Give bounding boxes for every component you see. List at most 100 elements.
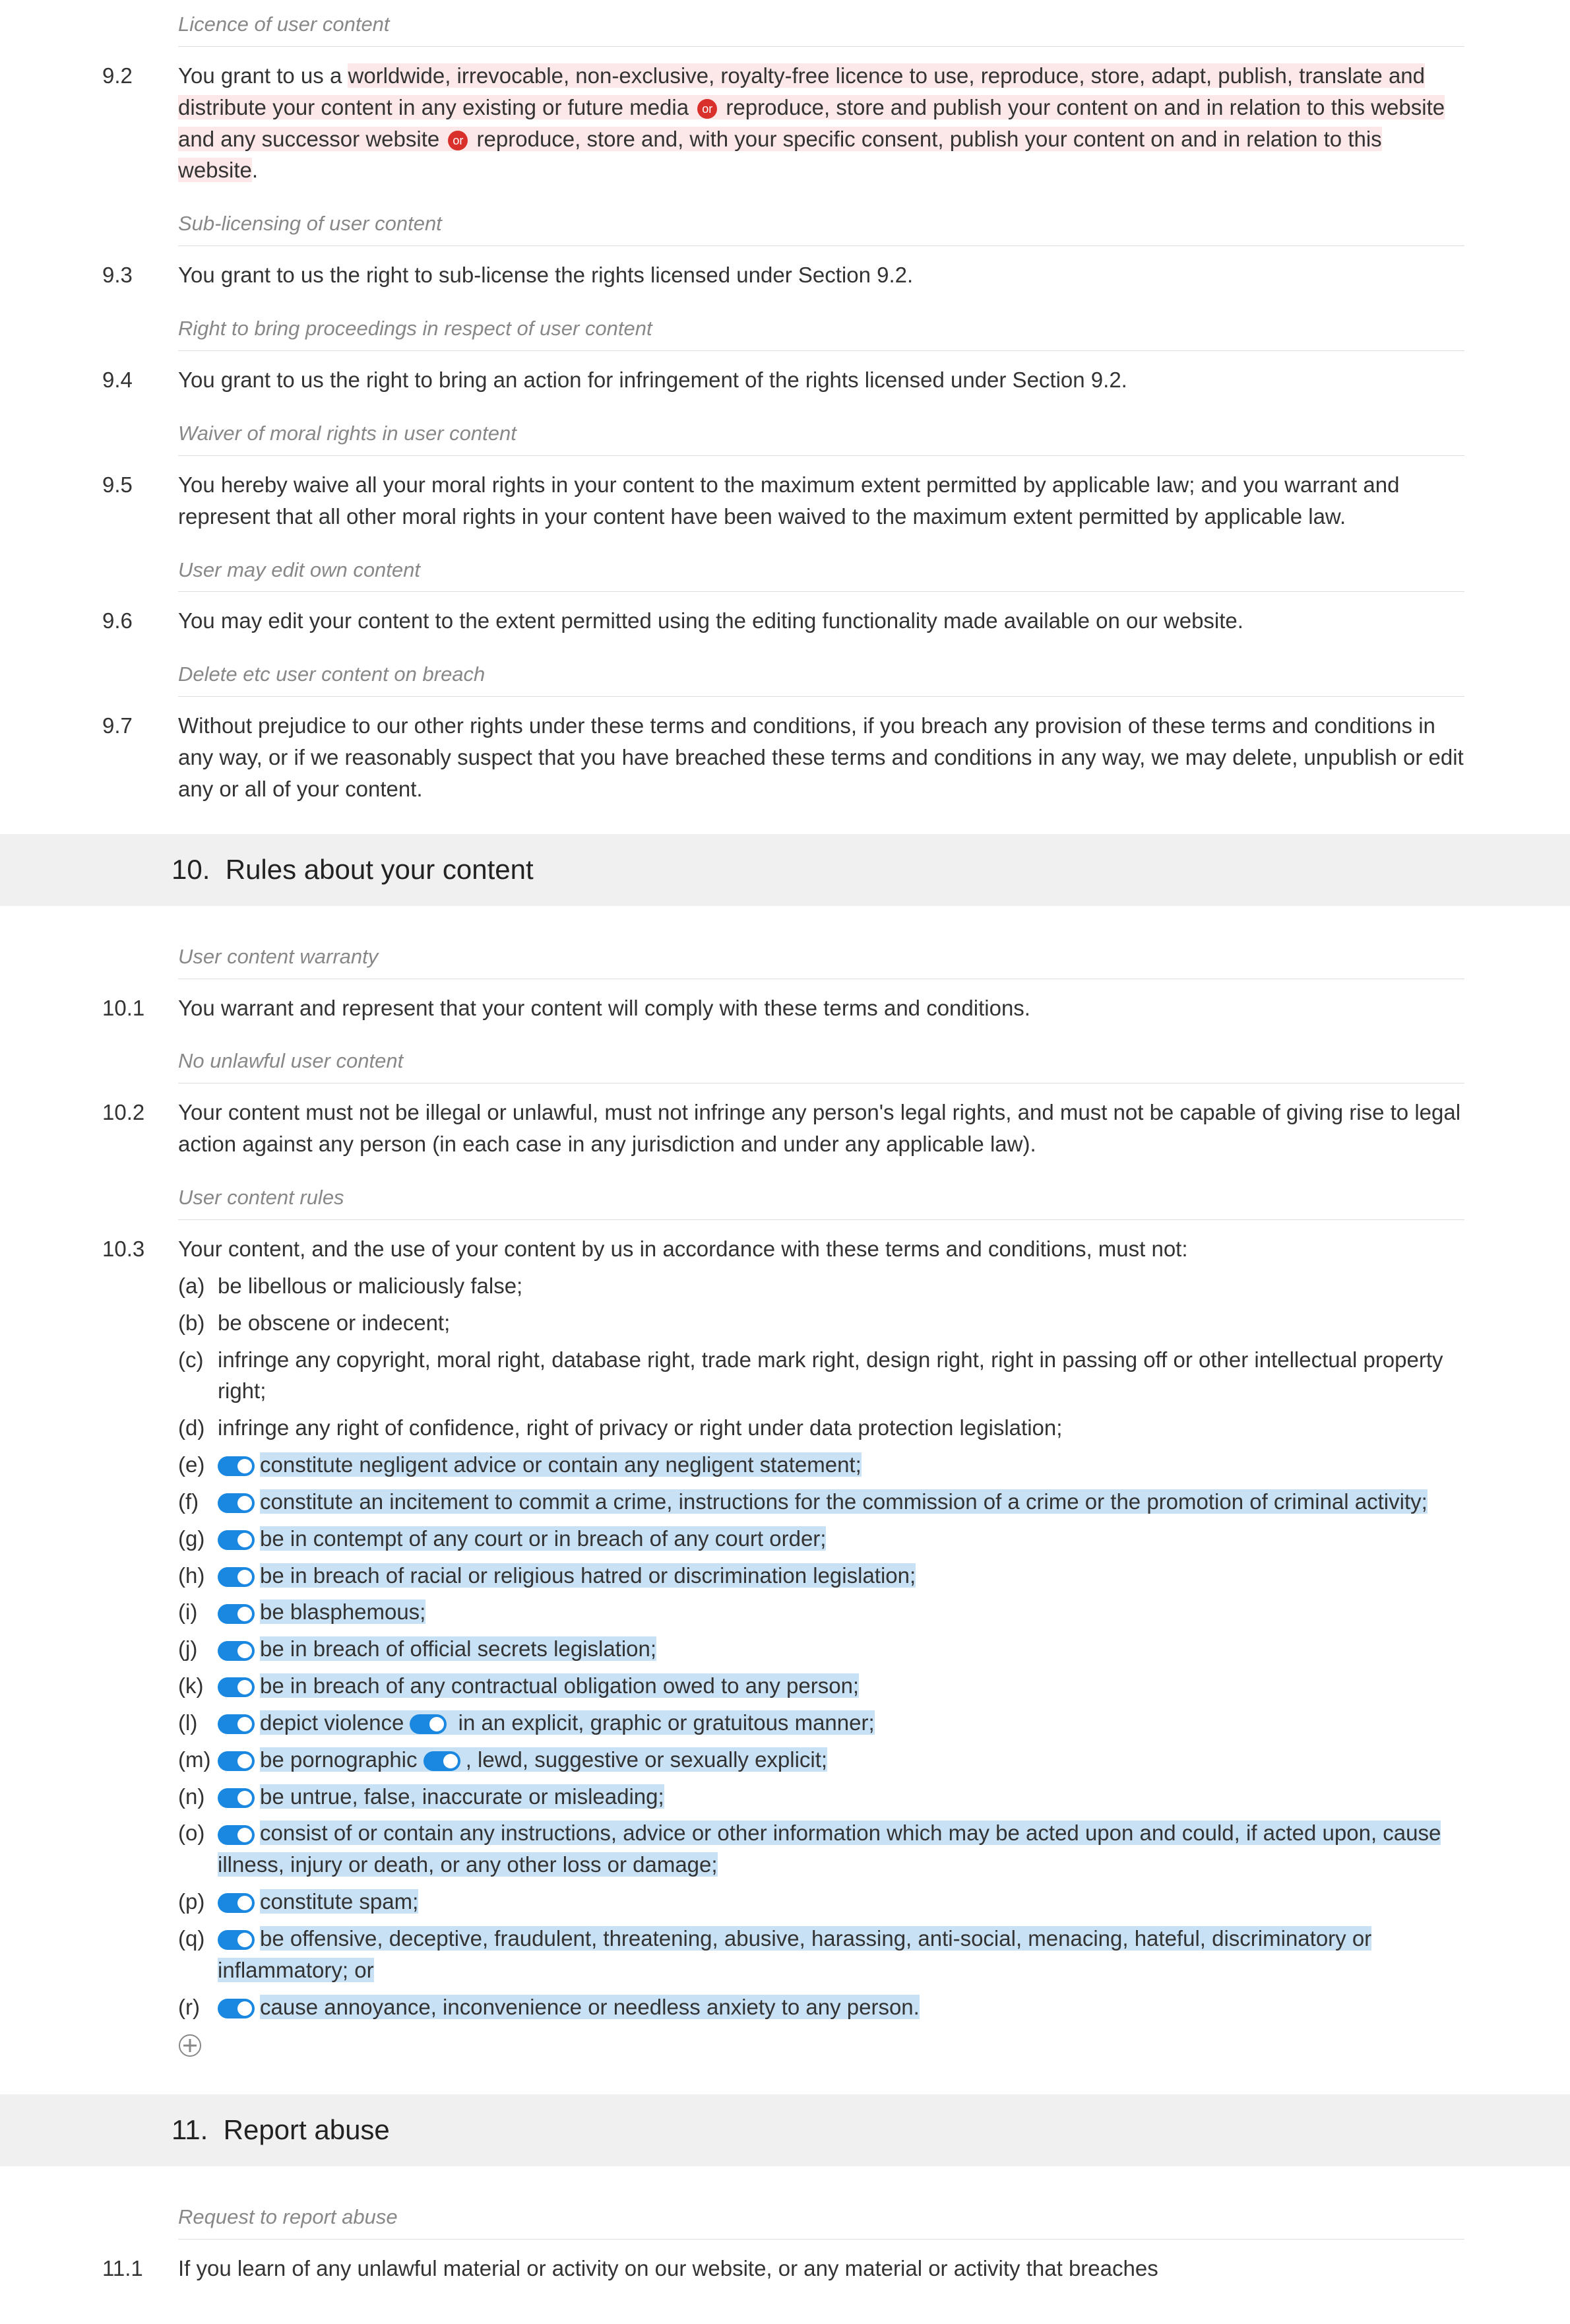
sub-text: constitute negligent advice or contain a… bbox=[218, 1449, 1464, 1481]
sub-item-f: (f) constitute an incitement to commit a… bbox=[178, 1483, 1464, 1520]
sub-letter: (q) bbox=[178, 1923, 218, 1986]
annotation-text: User content warranty bbox=[178, 945, 378, 968]
toggle-icon[interactable] bbox=[218, 1456, 255, 1476]
sub-text: be blasphemous; bbox=[218, 1596, 1464, 1628]
clause-number: 9.5 bbox=[0, 469, 178, 533]
sub-item-c: (c) infringe any copyright, moral right,… bbox=[178, 1341, 1464, 1410]
section-10-heading: 10. Rules about your content bbox=[0, 834, 1570, 906]
toggle-icon[interactable] bbox=[218, 1825, 255, 1845]
highlight-blue: be in breach of official secrets legisla… bbox=[260, 1636, 656, 1661]
toggle-icon[interactable] bbox=[218, 1530, 255, 1550]
toggle-icon[interactable] bbox=[218, 1677, 255, 1697]
sub-text: be in breach of racial or religious hatr… bbox=[218, 1560, 1464, 1592]
sub-text: constitute an incitement to commit a cri… bbox=[218, 1486, 1464, 1518]
clause-body: If you learn of any unlawful material or… bbox=[178, 2253, 1464, 2284]
clause-body: You grant to us the right to sub-license… bbox=[178, 259, 1464, 291]
sub-text: infringe any right of confidence, right … bbox=[218, 1412, 1464, 1444]
clause-number: 9.2 bbox=[0, 60, 178, 186]
clause-9-7: 9.7 Without prejudice to our other right… bbox=[0, 697, 1570, 818]
sub-item-k: (k) be in breach of any contractual obli… bbox=[178, 1667, 1464, 1704]
annotation-text: Request to report abuse bbox=[178, 2205, 398, 2228]
toggle-icon[interactable] bbox=[218, 1788, 255, 1808]
toggle-icon[interactable] bbox=[218, 1999, 255, 2018]
sub-text: be in breach of any contractual obligati… bbox=[218, 1670, 1464, 1702]
highlight-blue: be offensive, deceptive, fraudulent, thr… bbox=[218, 1926, 1371, 1982]
annotation-text: Licence of user content bbox=[178, 13, 390, 36]
toggle-icon[interactable] bbox=[424, 1751, 460, 1771]
toggle-icon[interactable] bbox=[218, 1893, 255, 1913]
sub-letter: (l) bbox=[178, 1707, 218, 1739]
sub-item-o: (o) consist of or contain any instructio… bbox=[178, 1815, 1464, 1883]
highlight-blue: be in breach of any contractual obligati… bbox=[260, 1673, 859, 1698]
or-badge-icon[interactable]: or bbox=[448, 131, 468, 150]
toggle-icon[interactable] bbox=[218, 1604, 255, 1624]
annotation-text: Sub-licensing of user content bbox=[178, 212, 442, 235]
sub-item-q: (q) be offensive, deceptive, fraudulent,… bbox=[178, 1920, 1464, 1989]
section-title: Report abuse bbox=[224, 2114, 390, 2145]
sub-text: be pornographic , lewd, suggestive or se… bbox=[218, 1744, 1464, 1776]
sub-item-h: (h) be in breach of racial or religious … bbox=[178, 1557, 1464, 1594]
or-badge-icon[interactable]: or bbox=[697, 99, 717, 119]
clause-10-2: 10.2 Your content must not be illegal or… bbox=[0, 1083, 1570, 1173]
annotation-delete-breach: Delete etc user content on breach bbox=[178, 650, 1464, 697]
clause-number: 10.2 bbox=[0, 1097, 178, 1160]
annotation-text: User content rules bbox=[178, 1186, 344, 1209]
annotation-sublicensing: Sub-licensing of user content bbox=[178, 199, 1464, 246]
clause-post: . bbox=[252, 158, 258, 182]
toggle-icon[interactable] bbox=[218, 1493, 255, 1513]
clause-body: Without prejudice to our other rights un… bbox=[178, 710, 1464, 805]
sub-letter: (p) bbox=[178, 1886, 218, 1918]
section-title: Rules about your content bbox=[226, 854, 534, 885]
annotation-no-unlawful: No unlawful user content bbox=[178, 1037, 1464, 1083]
sub-text: be offensive, deceptive, fraudulent, thr… bbox=[218, 1923, 1464, 1986]
highlight-blue: , lewd, suggestive or sexually explicit; bbox=[466, 1747, 827, 1772]
sub-item-p: (p) constitute spam; bbox=[178, 1883, 1464, 1920]
clause-number: 10.3 bbox=[0, 1233, 178, 2065]
toggle-icon[interactable] bbox=[218, 1714, 255, 1734]
sub-letter: (e) bbox=[178, 1449, 218, 1481]
sub-item-l: (l) depict violence in an explicit, grap… bbox=[178, 1704, 1464, 1741]
sub-letter: (o) bbox=[178, 1817, 218, 1881]
toggle-icon[interactable] bbox=[218, 1641, 255, 1661]
clause-9-3: 9.3 You grant to us the right to sub-lic… bbox=[0, 246, 1570, 304]
clause-number: 9.3 bbox=[0, 259, 178, 291]
sub-text: depict violence in an explicit, graphic … bbox=[218, 1707, 1464, 1739]
section-number: 10. bbox=[172, 854, 210, 885]
sub-item-j: (j) be in breach of official secrets leg… bbox=[178, 1630, 1464, 1667]
sub-letter: (m) bbox=[178, 1744, 218, 1776]
toggle-icon[interactable] bbox=[218, 1751, 255, 1771]
sub-letter: (a) bbox=[178, 1270, 218, 1302]
annotation-user-edit: User may edit own content bbox=[178, 546, 1464, 593]
highlight-blue: be in breach of racial or religious hatr… bbox=[260, 1563, 916, 1588]
highlight-blue: be in contempt of any court or in breach… bbox=[260, 1526, 826, 1551]
add-clause-icon[interactable] bbox=[178, 2034, 202, 2057]
clause-intro: Your content, and the use of your conten… bbox=[178, 1233, 1464, 1265]
sub-clause-list: (a) be libellous or maliciously false; (… bbox=[178, 1268, 1464, 2066]
sub-item-r: (r) cause annoyance, inconvenience or ne… bbox=[178, 1989, 1464, 2026]
clause-body: Your content must not be illegal or unla… bbox=[178, 1097, 1464, 1160]
hl-wrap bbox=[418, 1747, 466, 1772]
sub-letter: (n) bbox=[178, 1781, 218, 1813]
clause-10-1: 10.1 You warrant and represent that your… bbox=[0, 979, 1570, 1037]
clause-11-1: 11.1 If you learn of any unlawful materi… bbox=[0, 2240, 1570, 2298]
sub-text: infringe any copyright, moral right, dat… bbox=[218, 1344, 1464, 1407]
toggle-icon[interactable] bbox=[410, 1714, 447, 1734]
clause-body: You grant to us a worldwide, irrevocable… bbox=[178, 60, 1464, 186]
annotation-text: Waiver of moral rights in user content bbox=[178, 422, 517, 445]
sub-letter: (f) bbox=[178, 1486, 218, 1518]
sub-letter: (d) bbox=[178, 1412, 218, 1444]
toggle-icon[interactable] bbox=[218, 1930, 255, 1950]
annotation-text: User may edit own content bbox=[178, 558, 420, 581]
toggle-icon[interactable] bbox=[218, 1567, 255, 1587]
highlight-blue: be untrue, false, inaccurate or misleadi… bbox=[260, 1784, 664, 1809]
clause-9-5: 9.5 You hereby waive all your moral righ… bbox=[0, 456, 1570, 546]
sub-letter: (g) bbox=[178, 1523, 218, 1555]
sub-item-m: (m) be pornographic , lewd, suggestive o… bbox=[178, 1741, 1464, 1778]
annotation-text: Delete etc user content on breach bbox=[178, 662, 485, 686]
highlight-blue: be pornographic bbox=[260, 1747, 418, 1772]
sub-letter: (c) bbox=[178, 1344, 218, 1407]
sub-letter: (b) bbox=[178, 1307, 218, 1339]
clause-number: 10.1 bbox=[0, 992, 178, 1024]
sub-text: be obscene or indecent; bbox=[218, 1307, 1464, 1339]
annotation-licence: Licence of user content bbox=[178, 0, 1464, 47]
